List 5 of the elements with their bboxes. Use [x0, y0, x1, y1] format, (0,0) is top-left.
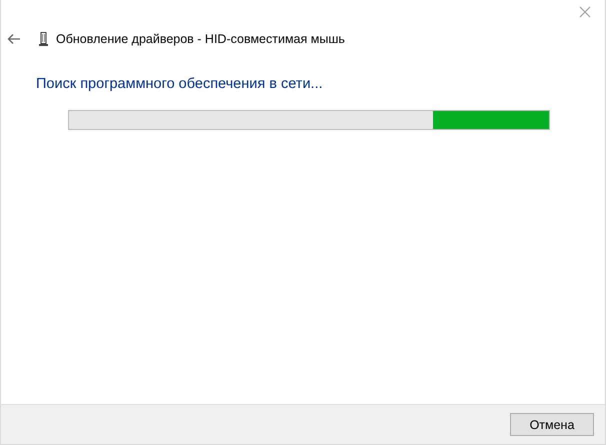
window-title: Обновление драйверов - HID-совместимая мышь: [56, 32, 345, 46]
device-icon: [39, 32, 48, 46]
cancel-button[interactable]: Отмена: [510, 413, 594, 436]
back-arrow-icon[interactable]: [7, 33, 21, 45]
heading: Поиск программного обеспечения в сети...: [36, 76, 324, 92]
